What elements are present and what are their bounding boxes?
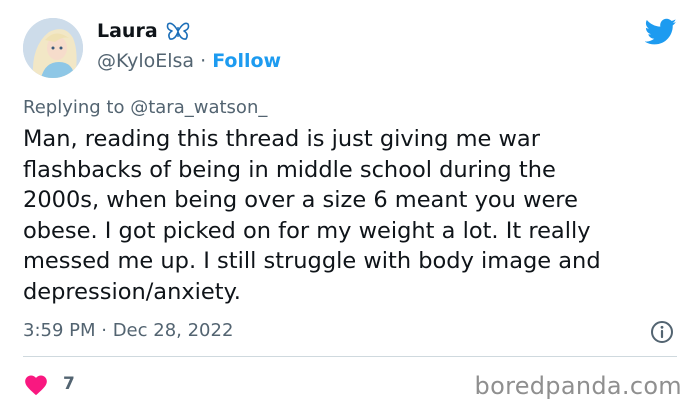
replying-to: Replying to @tara_watson_ [23, 97, 267, 118]
reply-handle-link[interactable]: @tara_watson_ [130, 97, 267, 118]
like-action[interactable]: 7 [23, 372, 75, 396]
avatar[interactable] [23, 18, 83, 78]
info-icon[interactable] [650, 320, 674, 344]
butterfly-icon [166, 22, 189, 40]
handle-row: @KyloElsa · Follow [97, 50, 281, 72]
tweet-text: Man, reading this thread is just giving … [23, 126, 601, 305]
separator-dot: · [200, 50, 207, 72]
watermark: boredpanda.com [474, 372, 682, 400]
replying-prefix: Replying to [23, 97, 125, 118]
divider [23, 356, 677, 357]
author-name[interactable]: Laura [97, 20, 158, 42]
author-handle[interactable]: @KyloElsa [97, 50, 194, 72]
twitter-bird-icon[interactable] [645, 18, 677, 46]
author-name-row[interactable]: Laura [97, 20, 190, 42]
follow-button[interactable]: Follow [212, 50, 281, 72]
like-count: 7 [63, 374, 75, 394]
tweet-timestamp[interactable]: 3:59 PM · Dec 28, 2022 [23, 320, 233, 341]
heart-icon[interactable] [23, 372, 49, 396]
